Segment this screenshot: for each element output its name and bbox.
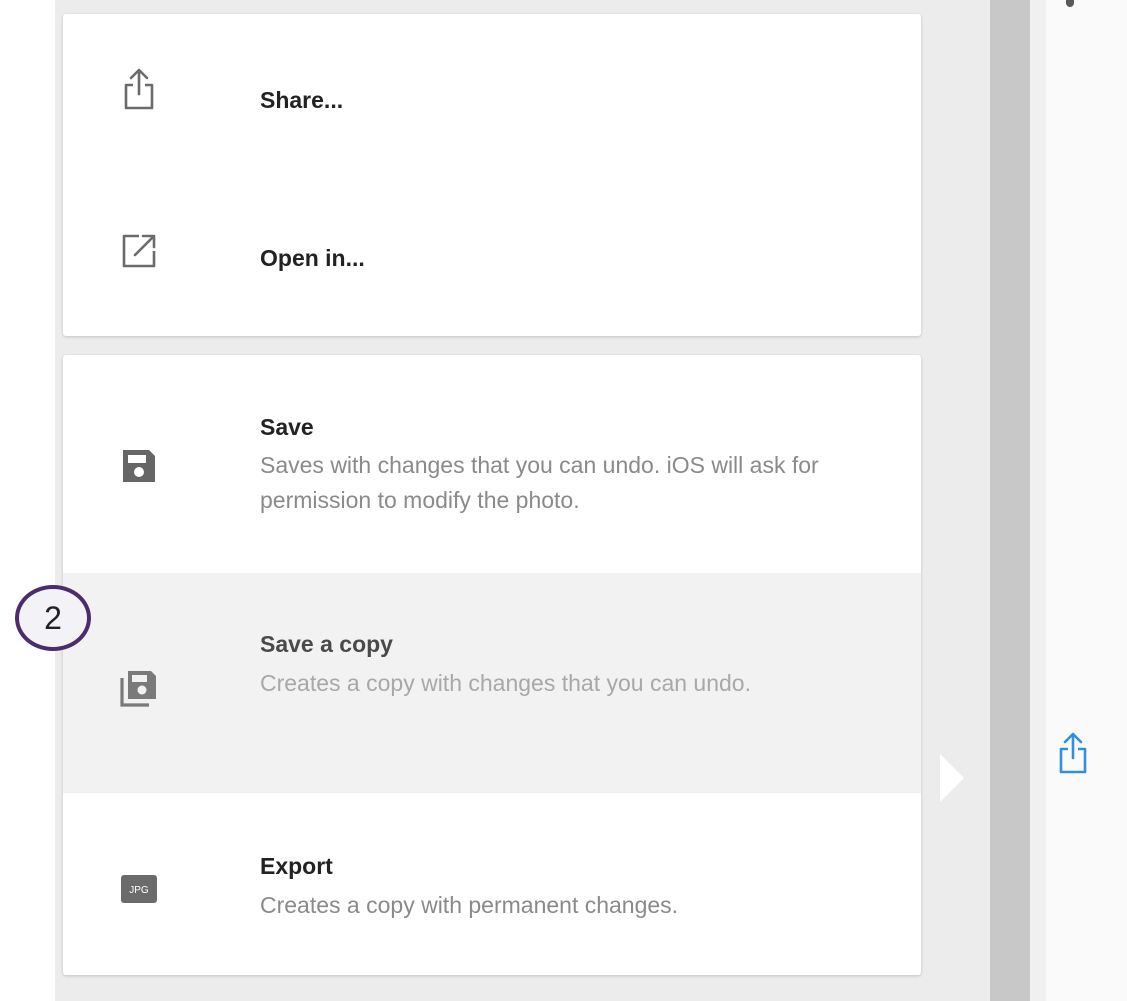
save-options-card: Save Saves with changes that you can und… (63, 355, 921, 975)
menu-item-save-a-copy[interactable]: Save a copy Creates a copy with changes … (63, 573, 921, 793)
share-icon[interactable] (1058, 728, 1088, 776)
export-title: Export (260, 853, 333, 879)
share-label: Share... (260, 87, 344, 113)
share-options-card: Share... Open in... (63, 14, 921, 336)
open-in-icon (119, 231, 159, 271)
save-a-copy-title: Save a copy (260, 631, 393, 657)
menu-item-export[interactable]: JPG Export Creates a copy with permanent… (63, 793, 921, 975)
save-description: Saves with changes that you can undo. iO… (260, 452, 819, 513)
save-copy-icon (119, 668, 159, 708)
popover-arrow (940, 754, 964, 802)
export-description: Creates a copy with permanent changes. (260, 892, 679, 918)
save-a-copy-description: Creates a copy with changes that you can… (260, 670, 751, 696)
save-icon (119, 446, 159, 486)
menu-item-open-in[interactable]: Open in... (63, 175, 921, 336)
step-number-badge: 2 (15, 585, 91, 651)
panel-divider (990, 0, 1030, 1001)
panel-divider-light (1030, 0, 1046, 1001)
share-icon (119, 66, 159, 110)
open-in-label: Open in... (260, 245, 365, 271)
svg-text:JPG: JPG (129, 885, 149, 896)
jpg-file-icon: JPG (119, 869, 159, 909)
save-title: Save (260, 414, 314, 440)
menu-item-share[interactable]: Share... (63, 14, 921, 175)
menu-item-save[interactable]: Save Saves with changes that you can und… (63, 355, 921, 573)
